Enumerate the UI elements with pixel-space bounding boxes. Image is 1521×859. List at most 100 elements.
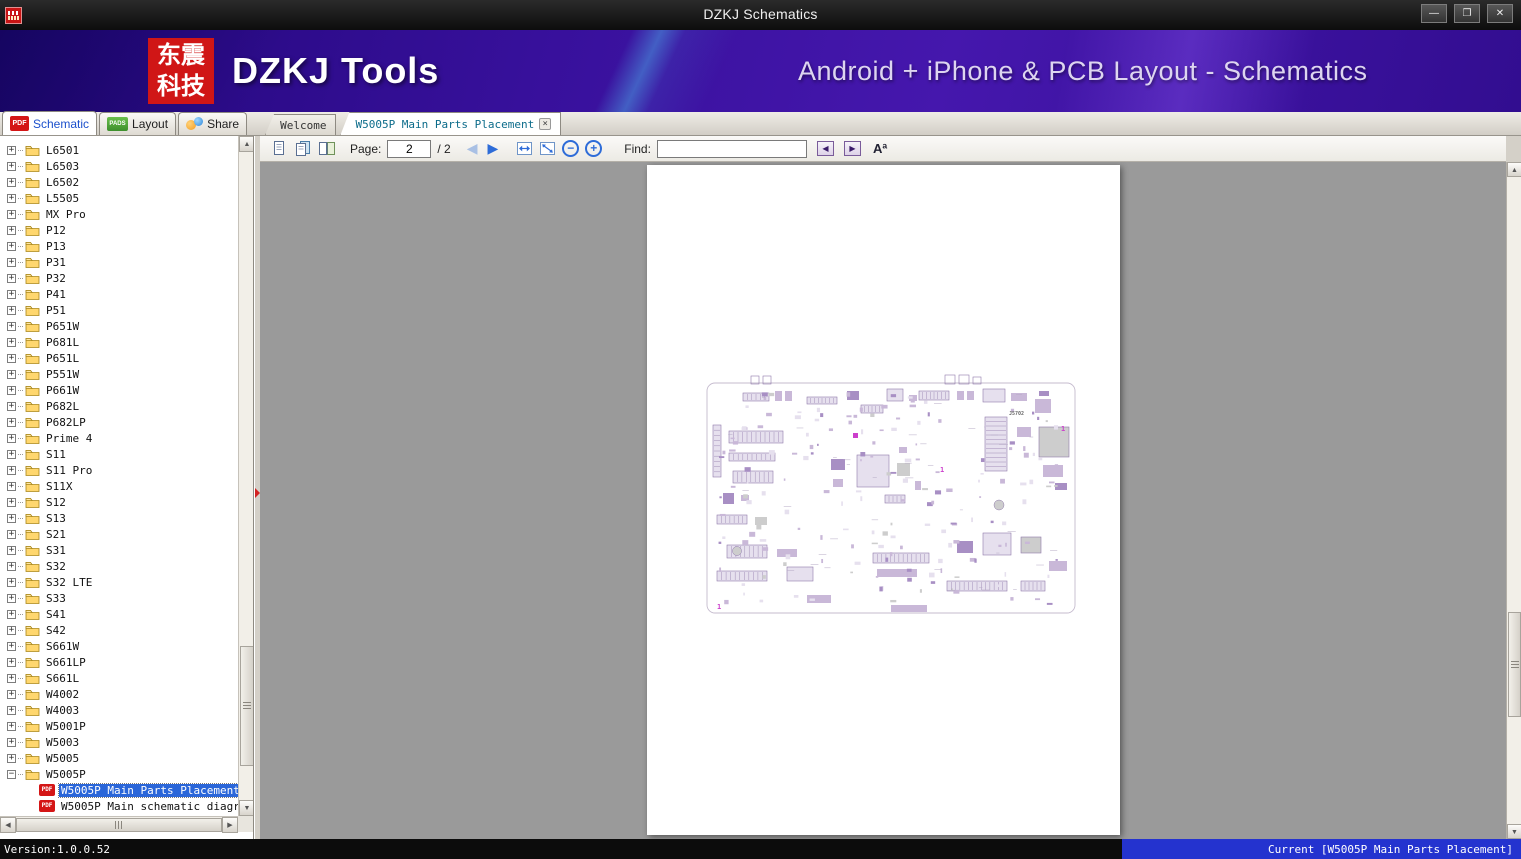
tree-item-w5001p[interactable]: + W5001P xyxy=(0,718,238,734)
tree-item-p682lp[interactable]: + P682LP xyxy=(0,414,238,430)
fit-width-icon[interactable] xyxy=(516,140,533,157)
tree-item-p551w[interactable]: + P551W xyxy=(0,366,238,382)
expand-icon[interactable]: + xyxy=(7,337,16,347)
tree-item-s661l[interactable]: + S661L xyxy=(0,670,238,686)
tree-item-p682l[interactable]: + P682L xyxy=(0,398,238,414)
expand-icon[interactable]: + xyxy=(7,657,16,667)
tree-item-p12[interactable]: + P12 xyxy=(0,222,238,238)
expand-icon[interactable]: + xyxy=(7,737,16,747)
tree-item-s13[interactable]: + S13 xyxy=(0,510,238,526)
tree-horizontal-scrollbar[interactable]: ◀ ▶ xyxy=(0,816,238,833)
tree-item-s31[interactable]: + S31 xyxy=(0,542,238,558)
tree-item-s33[interactable]: + S33 xyxy=(0,590,238,606)
tree-item-p681l[interactable]: + P681L xyxy=(0,334,238,350)
tree-item-s32-lte[interactable]: + S32 LTE xyxy=(0,574,238,590)
expand-icon[interactable]: + xyxy=(7,481,16,491)
next-page-icon[interactable]: ▶ xyxy=(487,140,498,157)
tree-item-w5005p[interactable]: − W5005P xyxy=(0,766,238,782)
expand-icon[interactable]: + xyxy=(7,369,16,379)
scroll-down-icon[interactable]: ▼ xyxy=(1507,824,1521,839)
tree-vertical-scrollbar[interactable]: ▲ ▼ xyxy=(238,136,253,816)
expand-icon[interactable]: + xyxy=(7,673,16,683)
tree-item-prime-4[interactable]: + Prime 4 xyxy=(0,430,238,446)
expand-icon[interactable]: + xyxy=(7,417,16,427)
expand-icon[interactable]: + xyxy=(7,513,16,523)
expand-icon[interactable]: + xyxy=(7,225,16,235)
tree-item-s11[interactable]: + S11 xyxy=(0,446,238,462)
expand-icon[interactable]: + xyxy=(7,161,16,171)
tree-item-s11-pro[interactable]: + S11 Pro xyxy=(0,462,238,478)
tab-layout[interactable]: PADS Layout xyxy=(99,112,177,135)
zoom-in-icon[interactable]: + xyxy=(585,140,603,157)
doc-tab-welcome[interactable]: Welcome xyxy=(265,114,337,135)
expand-icon[interactable]: + xyxy=(7,401,16,411)
scroll-right-icon[interactable]: ▶ xyxy=(222,817,238,833)
expand-icon[interactable]: + xyxy=(7,145,16,155)
expand-icon[interactable]: + xyxy=(7,561,16,571)
expand-icon[interactable]: + xyxy=(7,609,16,619)
expand-icon[interactable]: + xyxy=(7,433,16,443)
zoom-out-icon[interactable]: − xyxy=(562,140,580,157)
tree-child-item[interactable]: PDF W5005P Main Parts Placement xyxy=(0,782,238,798)
viewer-vertical-scrollbar[interactable]: ▲ ▼ xyxy=(1506,162,1521,839)
tree-item-l6503[interactable]: + L6503 xyxy=(0,158,238,174)
expand-icon[interactable]: + xyxy=(7,385,16,395)
tree-item-l5505[interactable]: + L5505 xyxy=(0,190,238,206)
viewer-scroll-thumb[interactable] xyxy=(1508,612,1521,717)
book-view-icon[interactable] xyxy=(318,140,336,157)
expand-icon[interactable]: + xyxy=(7,641,16,651)
expand-icon[interactable]: + xyxy=(7,689,16,699)
previous-page-icon[interactable]: ◀ xyxy=(467,140,478,157)
tree-item-l6501[interactable]: + L6501 xyxy=(0,142,238,158)
tree-item-p651w[interactable]: + P651W xyxy=(0,318,238,334)
expand-icon[interactable]: + xyxy=(7,321,16,331)
tree-item-l6502[interactable]: + L6502 xyxy=(0,174,238,190)
expand-icon[interactable]: + xyxy=(7,305,16,315)
expand-icon[interactable]: + xyxy=(7,465,16,475)
fit-page-icon[interactable] xyxy=(539,140,556,157)
tree-item-s11x[interactable]: + S11X xyxy=(0,478,238,494)
scroll-up-icon[interactable]: ▲ xyxy=(1507,162,1521,177)
expand-icon[interactable]: + xyxy=(7,753,16,763)
tree-item-p13[interactable]: + P13 xyxy=(0,238,238,254)
expand-icon[interactable]: + xyxy=(7,625,16,635)
find-next-icon[interactable]: ▶ xyxy=(843,141,861,156)
tree-item-w4002[interactable]: + W4002 xyxy=(0,686,238,702)
tree-item-p31[interactable]: + P31 xyxy=(0,254,238,270)
pdf-viewer[interactable]: J5702 1 1 1 xyxy=(260,162,1506,839)
expand-icon[interactable]: + xyxy=(7,289,16,299)
expand-icon[interactable]: + xyxy=(7,241,16,251)
expand-icon[interactable]: + xyxy=(7,497,16,507)
tree-item-s42[interactable]: + S42 xyxy=(0,622,238,638)
expand-icon[interactable]: + xyxy=(7,209,16,219)
tree-item-w5005[interactable]: + W5005 xyxy=(0,750,238,766)
scroll-down-icon[interactable]: ▼ xyxy=(239,800,253,816)
tree-item-s661lp[interactable]: + S661LP xyxy=(0,654,238,670)
tree-item-p41[interactable]: + P41 xyxy=(0,286,238,302)
expand-icon[interactable]: + xyxy=(7,177,16,187)
close-icon[interactable]: ✕ xyxy=(1487,4,1513,23)
tree-item-mx-pro[interactable]: + MX Pro xyxy=(0,206,238,222)
tree-item-w5003[interactable]: + W5003 xyxy=(0,734,238,750)
scroll-up-icon[interactable]: ▲ xyxy=(239,136,253,152)
expand-icon[interactable]: + xyxy=(7,257,16,267)
find-input[interactable] xyxy=(656,139,807,158)
tree-item-s21[interactable]: + S21 xyxy=(0,526,238,542)
tree-item-p32[interactable]: + P32 xyxy=(0,270,238,286)
maximize-icon[interactable]: ❐ xyxy=(1454,4,1480,23)
expand-icon[interactable]: + xyxy=(7,545,16,555)
expand-icon[interactable]: + xyxy=(7,705,16,715)
expand-icon[interactable]: + xyxy=(7,353,16,363)
collapse-icon[interactable]: − xyxy=(7,769,16,779)
font-size-icon[interactable]: Aª xyxy=(873,141,887,156)
tree-item-p51[interactable]: + P51 xyxy=(0,302,238,318)
expand-icon[interactable]: + xyxy=(7,577,16,587)
doc-tab-current[interactable]: W5005P Main Parts Placement × xyxy=(340,112,562,135)
expand-icon[interactable]: + xyxy=(7,593,16,603)
tree-item-p661w[interactable]: + P661W xyxy=(0,382,238,398)
scroll-left-icon[interactable]: ◀ xyxy=(0,817,16,833)
find-previous-icon[interactable]: ◀ xyxy=(816,141,834,156)
tree-item-w4003[interactable]: + W4003 xyxy=(0,702,238,718)
tab-schematic[interactable]: PDF Schematic xyxy=(2,111,98,135)
facing-pages-icon[interactable] xyxy=(294,140,312,157)
